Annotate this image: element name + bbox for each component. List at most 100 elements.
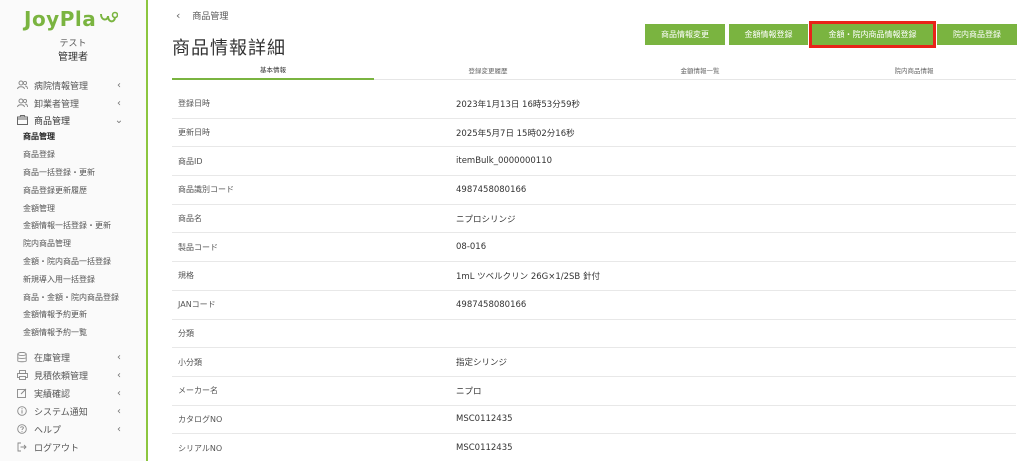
- field-value: 1mL ツベルクリン 26G×1/2SB 針付: [456, 271, 600, 282]
- field-value: 2023年1月13日 16時53分59秒: [456, 99, 581, 110]
- table-row: 商品名 ニプロシリンジ: [172, 205, 1016, 234]
- table-row: 更新日時 2025年5月7日 15時02分16秒: [172, 119, 1016, 148]
- tab-basic-info[interactable]: 基本情報: [172, 60, 374, 80]
- nav-group-label: ログアウト: [34, 443, 80, 454]
- field-label: シリアルNO: [178, 443, 223, 453]
- chevron-left-icon: ‹: [117, 405, 121, 417]
- user-role: 管理者: [58, 52, 88, 63]
- nav-group-hospital[interactable]: 病院情報管理 ‹: [0, 76, 146, 94]
- app-logo[interactable]: JoyPla: [24, 4, 119, 34]
- register-inhouse-product-button[interactable]: 院内商品登録: [937, 24, 1017, 45]
- sidebar-item-product-register[interactable]: 商品登録: [23, 146, 55, 163]
- product-detail-table: 登録日時 2023年1月13日 16時53分59秒 更新日時 2025年5月7日…: [172, 90, 1016, 461]
- nav-group-results[interactable]: 実績確認 ‹: [0, 384, 146, 402]
- table-row: 製品コード 08-016: [172, 233, 1016, 263]
- field-value: 08-016: [456, 242, 487, 253]
- field-label: 小分類: [178, 357, 202, 367]
- field-value: ニプロ: [456, 386, 482, 397]
- table-row: シリアルNO MSC0112435: [172, 434, 1016, 461]
- chevron-left-icon: ‹: [117, 387, 121, 399]
- table-row: 商品識別コード 4987458080166: [172, 176, 1016, 205]
- edit-icon: [16, 387, 28, 399]
- nav-group-help[interactable]: ヘルプ ‹: [0, 420, 146, 438]
- table-row: 規格 1mL ツベルクリン 26G×1/2SB 針付: [172, 262, 1016, 291]
- nav-group-label: システム通知: [34, 407, 88, 418]
- page-title: 商品情報詳細: [172, 38, 286, 59]
- field-label: 商品識別コード: [178, 185, 234, 195]
- field-label: 製品コード: [178, 242, 218, 252]
- field-label: JANコード: [178, 300, 216, 310]
- sidebar-item-inhouse-management[interactable]: 院内商品管理: [23, 235, 71, 252]
- field-value: itemBulk_0000000110: [456, 156, 553, 167]
- chevron-left-icon: ‹: [117, 423, 121, 435]
- user-block: テスト 管理者: [0, 38, 146, 65]
- sidebar-item-price-inhouse-bulk[interactable]: 金額・院内商品一括登録: [23, 253, 111, 270]
- nav-group-label: 見積依頼管理: [34, 371, 89, 382]
- edit-product-button[interactable]: 商品情報変更: [645, 24, 725, 45]
- sidebar: JoyPla テスト 管理者 病院情報管理 ‹ 卸業者管理 ‹ 商品管理 ⌄ 商…: [0, 0, 148, 461]
- table-row: 商品ID itemBulk_0000000110: [172, 147, 1016, 177]
- breadcrumb: ‹ 商品管理: [176, 9, 228, 22]
- field-value: 指定シリンジ: [456, 358, 508, 369]
- field-label: 規格: [178, 271, 194, 281]
- field-label: メーカー名: [178, 386, 218, 396]
- tab-price-list[interactable]: 金額情報一覧: [600, 60, 800, 80]
- table-row: メーカー名 ニプロ: [172, 377, 1016, 406]
- user-name: テスト: [59, 39, 87, 49]
- chevron-left-icon: ‹: [117, 79, 121, 91]
- tab-change-history[interactable]: 登録変更履歴: [388, 60, 588, 80]
- printer-icon: [16, 369, 28, 381]
- database-icon: [16, 351, 28, 363]
- nav-group-products[interactable]: 商品管理 ⌄: [0, 111, 146, 129]
- register-price-button[interactable]: 金額情報登録: [729, 24, 808, 45]
- logout-icon: [16, 441, 28, 453]
- sidebar-item-product-price-inhouse[interactable]: 商品・金額・院内商品登録: [23, 289, 119, 306]
- breadcrumb-link[interactable]: 商品管理: [192, 9, 228, 22]
- users-icon: [16, 79, 28, 91]
- field-label: カタログNO: [178, 414, 223, 424]
- nav-group-quote[interactable]: 見積依頼管理 ‹: [0, 366, 146, 384]
- nav-group-label: 商品管理: [34, 116, 71, 127]
- nav-group-inventory[interactable]: 在庫管理 ‹: [0, 348, 146, 366]
- field-label: 登録日時: [178, 99, 210, 109]
- sidebar-item-new-bulk[interactable]: 新規導入用一括登録: [23, 271, 95, 288]
- table-row: 登録日時 2023年1月13日 16時53分59秒: [172, 90, 1016, 119]
- sidebar-item-product-history[interactable]: 商品登録更新履歴: [23, 182, 87, 199]
- nav-group-label: 病院情報管理: [34, 81, 89, 92]
- tab-inhouse-info[interactable]: 院内商品情報: [812, 60, 1016, 80]
- stethoscope-icon: [100, 11, 119, 23]
- nav-group-label: 実績確認: [34, 389, 71, 400]
- table-row: 分類: [172, 320, 1016, 349]
- table-row: JANコード 4987458080166: [172, 291, 1016, 320]
- sidebar-item-price-reserve-update[interactable]: 金額情報予約更新: [23, 306, 87, 323]
- table-row: カタログNO MSC0112435: [172, 406, 1016, 435]
- field-label: 商品名: [178, 214, 202, 224]
- field-value: 2025年5月7日 15時02分16秒: [456, 128, 575, 139]
- info-icon: [16, 405, 28, 417]
- sidebar-item-product-bulk[interactable]: 商品一括登録・更新: [23, 164, 95, 181]
- users-icon: [16, 97, 28, 109]
- nav-group-notifications[interactable]: システム通知 ‹: [0, 402, 146, 420]
- sidebar-item-price-reserve-list[interactable]: 金額情報予約一覧: [23, 324, 87, 341]
- sidebar-item-price-management[interactable]: 金額管理: [23, 200, 55, 217]
- sidebar-item-price-bulk[interactable]: 金額情報一括登録・更新: [23, 217, 111, 234]
- field-label: 商品ID: [178, 156, 203, 166]
- box-icon: [16, 114, 28, 126]
- chevron-left-icon: ‹: [117, 97, 121, 109]
- field-value: MSC0112435: [456, 443, 513, 454]
- table-row: 小分類 指定シリンジ: [172, 348, 1016, 377]
- chevron-left-icon[interactable]: ‹: [176, 9, 180, 22]
- register-price-inhouse-button[interactable]: 金額・院内商品情報登録: [809, 21, 936, 48]
- sidebar-item-product-management[interactable]: 商品管理: [23, 128, 55, 145]
- field-value: 4987458080166: [456, 184, 527, 195]
- nav-group-label: 卸業者管理: [34, 99, 80, 110]
- field-value: ニプロシリンジ: [456, 214, 516, 225]
- chevron-left-icon: ‹: [117, 351, 121, 363]
- help-icon: [16, 423, 28, 435]
- logo-text: JoyPla: [24, 7, 97, 31]
- nav-group-label: ヘルプ: [34, 425, 62, 436]
- nav-group-logout[interactable]: ログアウト: [0, 438, 146, 456]
- nav-group-wholesaler[interactable]: 卸業者管理 ‹: [0, 94, 146, 112]
- field-label: 分類: [178, 328, 194, 338]
- field-label: 更新日時: [178, 128, 210, 138]
